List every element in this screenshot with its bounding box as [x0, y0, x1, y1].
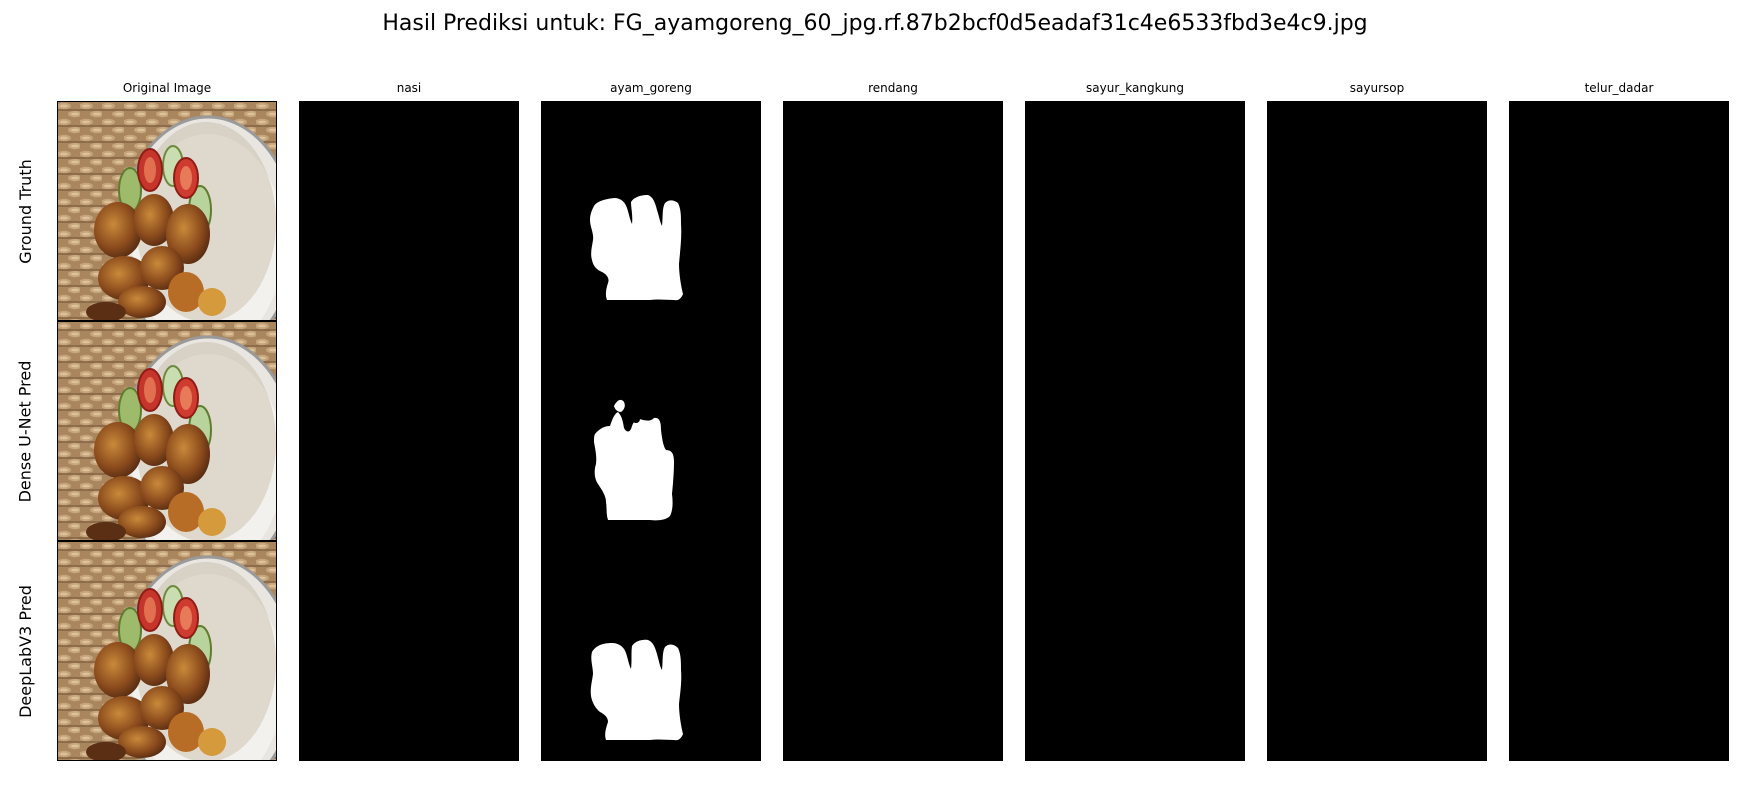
mask-ground-truth-ayam-goreng — [541, 101, 761, 321]
column-title-rendang: rendang — [868, 81, 918, 95]
mask-dense-unet-sayursop — [1267, 321, 1487, 541]
food-photo — [58, 322, 276, 540]
mask-deeplabv3-ayam-goreng — [541, 541, 761, 761]
food-photo — [58, 542, 276, 760]
mask-blob — [590, 639, 683, 741]
column-title-nasi: nasi — [396, 81, 422, 95]
mask-blob — [594, 399, 674, 521]
mask-ground-truth-rendang — [783, 101, 1003, 321]
food-photo — [58, 102, 276, 320]
mask-dense-unet-sayur-kangkung — [1025, 321, 1245, 541]
mask-deeplabv3-sayursop — [1267, 541, 1487, 761]
row-label-text: DeepLabV3 Pred — [15, 584, 35, 718]
mask-deeplabv3-sayur-kangkung — [1025, 541, 1245, 761]
column-title-sayursop: sayursop — [1349, 81, 1405, 95]
row-label-text: Ground Truth — [15, 158, 35, 264]
row-label-dense-unet: Dense U-Net Pred — [14, 321, 36, 541]
mask-dense-unet-telur-dadar — [1509, 321, 1729, 541]
column-title-sayur-kangkung: sayur_kangkung — [1086, 81, 1184, 95]
mask-ground-truth-sayur-kangkung — [1025, 101, 1245, 321]
column-title-original-image: Original Image — [122, 81, 212, 95]
mask-ground-truth-telur-dadar — [1509, 101, 1729, 321]
row-label-ground-truth: Ground Truth — [14, 101, 36, 321]
original-image-dense-unet — [57, 321, 277, 541]
mask-deeplabv3-nasi — [299, 541, 519, 761]
mask-blob — [590, 195, 683, 301]
row-label-text: Dense U-Net Pred — [15, 360, 35, 502]
prediction-grid: Original Image nasi ayam_goreng rendang … — [0, 0, 1750, 800]
column-title-ayam-goreng: ayam_goreng — [610, 81, 692, 95]
original-image-deeplabv3 — [57, 541, 277, 761]
original-image-ground-truth — [57, 101, 277, 321]
row-label-deeplabv3: DeepLabV3 Pred — [14, 541, 36, 761]
mask-dense-unet-rendang — [783, 321, 1003, 541]
mask-ground-truth-nasi — [299, 101, 519, 321]
mask-deeplabv3-rendang — [783, 541, 1003, 761]
mask-deeplabv3-telur-dadar — [1509, 541, 1729, 761]
column-title-telur-dadar: telur_dadar — [1584, 81, 1654, 95]
mask-ground-truth-sayursop — [1267, 101, 1487, 321]
mask-dense-unet-nasi — [299, 321, 519, 541]
mask-dense-unet-ayam-goreng — [541, 321, 761, 541]
